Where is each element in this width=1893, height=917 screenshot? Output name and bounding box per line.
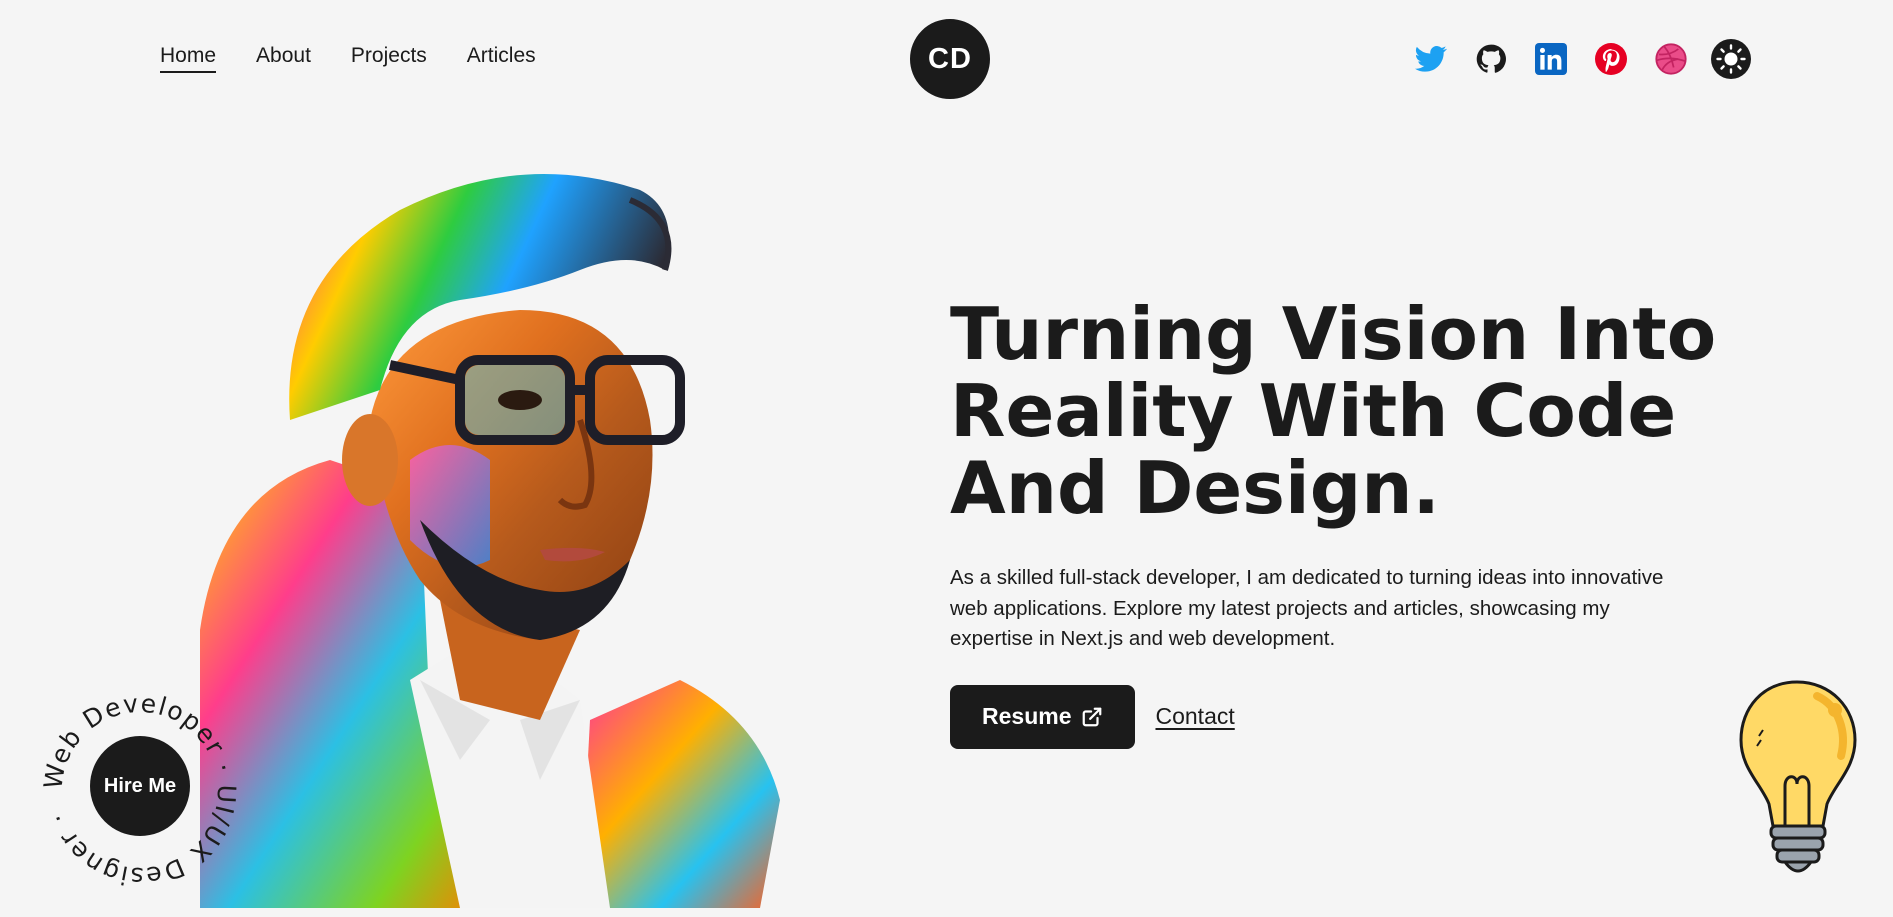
- contact-link[interactable]: Contact: [1155, 703, 1234, 730]
- github-icon[interactable]: [1471, 39, 1511, 79]
- social-links: [1411, 39, 1751, 79]
- nav-links: Home About Projects Articles: [160, 44, 536, 73]
- nav-link-about[interactable]: About: [256, 44, 311, 68]
- pinterest-icon[interactable]: [1591, 39, 1631, 79]
- hero-headline: Turning Vision Into Reality With Code An…: [950, 292, 1717, 530]
- site-logo[interactable]: CD: [910, 19, 990, 99]
- nav-link-home[interactable]: Home: [160, 44, 217, 73]
- hire-me-button[interactable]: Hire Me: [90, 736, 190, 836]
- linkedin-icon[interactable]: [1531, 39, 1571, 79]
- twitter-icon[interactable]: [1411, 39, 1451, 79]
- hire-me-badge: Web Developer · UI/UX Designer · Hire Me: [30, 680, 250, 900]
- nav-link-projects[interactable]: Projects: [351, 44, 427, 68]
- dribbble-icon[interactable]: [1651, 39, 1691, 79]
- nav-link-articles[interactable]: Articles: [467, 44, 536, 68]
- hero-description: As a skilled full-stack developer, I am …: [950, 566, 1664, 650]
- profile-portrait-illustration: [200, 174, 780, 908]
- resume-button[interactable]: Resume: [950, 684, 1136, 749]
- hero-actions: Resume Contact: [950, 684, 1770, 749]
- top-navbar: Home About Projects Articles CD: [0, 0, 1893, 118]
- external-link-icon: [1083, 707, 1102, 726]
- lightbulb-illustration: [1739, 680, 1857, 873]
- resume-button-label: Resume: [982, 703, 1072, 729]
- theme-toggle-sun-icon[interactable]: [1711, 39, 1751, 79]
- hero-section: Turning Vision Into Reality With Code An…: [950, 296, 1770, 749]
